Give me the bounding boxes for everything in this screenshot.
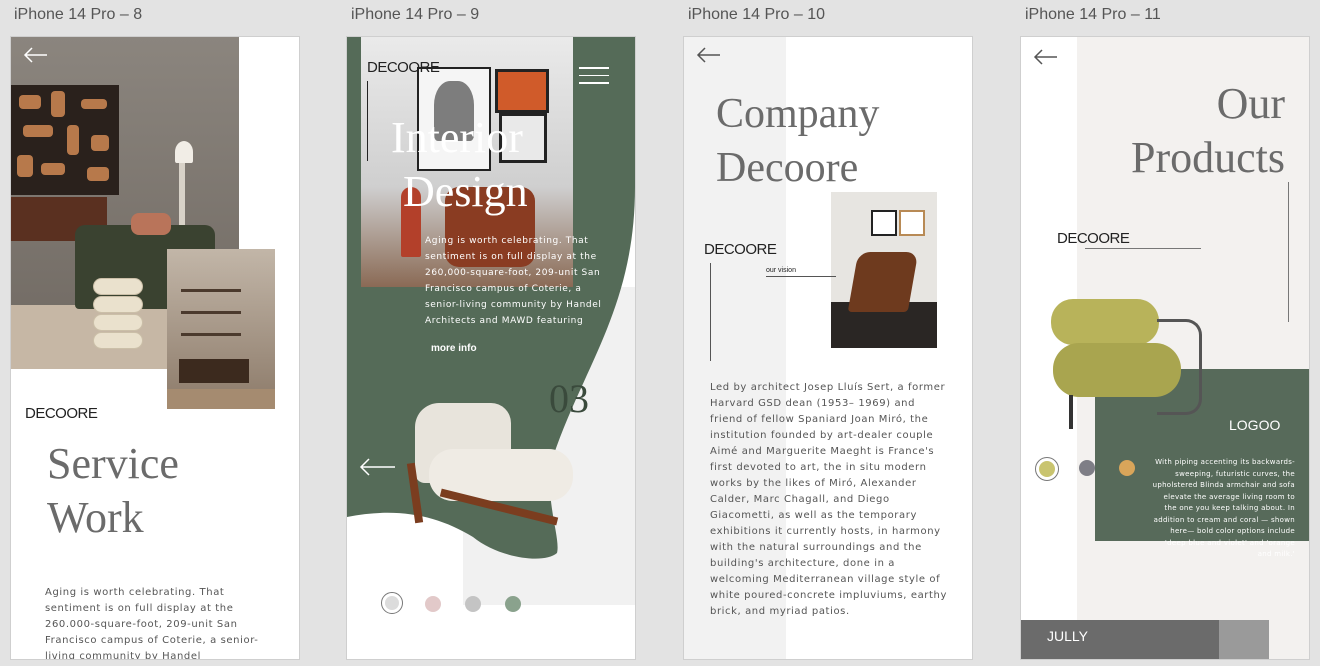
wall-art: [11, 85, 119, 195]
color-swatch[interactable]: [1079, 460, 1095, 476]
body-text: Led by architect Josep Lluís Sert, a for…: [710, 382, 947, 617]
page-title: Our Products: [1131, 79, 1285, 182]
frame-label: iPhone 14 Pro – 9: [351, 6, 480, 23]
armchair-image: [1047, 299, 1207, 429]
brand-logo: DECOORE: [25, 405, 98, 422]
page-title: Company Decoore: [716, 91, 880, 191]
swatch-selected[interactable]: [1035, 457, 1059, 481]
frame-our-products[interactable]: Our Products DECOORE LOGOO With piping a…: [1021, 37, 1309, 659]
color-swatch[interactable]: [465, 596, 481, 612]
lamp-shade: [175, 141, 193, 163]
back-arrow-icon[interactable]: [23, 47, 49, 63]
page-title: Service Work: [47, 439, 179, 542]
stool: [93, 277, 143, 349]
brand-logo: DECOORE: [704, 241, 777, 258]
more-info-link[interactable]: more info: [431, 343, 477, 354]
body-text: Aging is worth celebrating. That sentime…: [425, 236, 602, 326]
page-title: Interior Design: [391, 113, 528, 216]
back-arrow-icon[interactable]: [696, 47, 722, 63]
frame-service-work[interactable]: DECOORE Service Work Aging is worth cele…: [11, 37, 299, 659]
cushion: [131, 213, 171, 235]
frame-interior-design[interactable]: DECOORE Interior Design Aging is worth c…: [347, 37, 635, 659]
color-swatch[interactable]: [505, 596, 521, 612]
inset-room-photo: [167, 249, 275, 409]
chair-photo: [831, 192, 937, 348]
brand-logo: DECOORE: [1057, 230, 1130, 247]
logo-text: LOGOO: [1229, 417, 1281, 433]
product-description: With piping accenting its backwards-swee…: [1152, 458, 1295, 558]
color-swatch[interactable]: [1119, 460, 1135, 476]
brand-logo: DECOORE: [367, 59, 440, 76]
frame-label: iPhone 14 Pro – 11: [1025, 6, 1161, 23]
back-arrow-icon[interactable]: [1033, 49, 1059, 65]
footer-label[interactable]: JULLY: [1047, 628, 1088, 644]
frame-label: iPhone 14 Pro – 8: [14, 6, 143, 23]
back-arrow-icon[interactable]: [359, 457, 397, 477]
menu-icon[interactable]: [579, 67, 609, 85]
body-text: Aging is worth celebrating. That sentime…: [45, 587, 259, 659]
armchair-image: [406, 403, 579, 533]
color-swatch[interactable]: [425, 596, 441, 612]
our-vision-link[interactable]: our vision: [766, 267, 796, 274]
frame-company-decoore[interactable]: Company Decoore DECOORE our vision Led b…: [684, 37, 972, 659]
swatch-selected[interactable]: [381, 592, 403, 614]
frame-label: iPhone 14 Pro – 10: [688, 6, 825, 23]
